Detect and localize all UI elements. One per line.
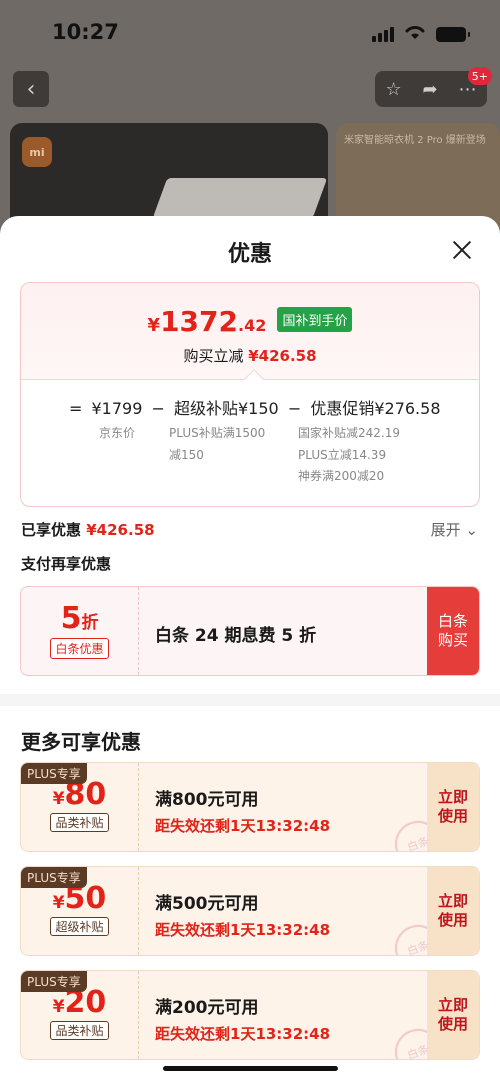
- saving-summary: 购买立减 ¥426.58: [21, 345, 479, 366]
- brand-logo: mi: [22, 137, 52, 167]
- promotion-notes: 国家补贴减242.19 PLUS立减14.39 神券满200减20: [298, 426, 400, 484]
- price-formula: = ¥1799 − 超级补贴¥150 − 优惠促销¥276.58: [69, 395, 445, 419]
- formula-equals: =: [69, 399, 83, 418]
- saving-value: ¥426.58: [248, 347, 317, 365]
- coupon-condition: 满200元可用: [155, 998, 259, 1018]
- coupon-category: 超级补贴: [50, 917, 109, 936]
- formula-minus: −: [287, 399, 302, 418]
- coupon-amount-area: PLUS专享 ¥20 品类补贴: [21, 971, 139, 1059]
- price-calculation-card: ¥1372.42 国补到手价 购买立减 ¥426.58 = ¥1799 − 超级…: [20, 282, 480, 507]
- banner-text: 米家智能晾衣机 2 Pro 爆新登场: [344, 135, 486, 146]
- favorite-star-icon[interactable]: ☆: [385, 79, 401, 100]
- plus-exclusive-tag: PLUS专享: [21, 763, 87, 784]
- coupon-countdown: 距失效还剩1天13:32:48: [155, 817, 331, 835]
- saving-label: 购买立减: [183, 347, 244, 365]
- base-price-note: 京东价: [99, 426, 136, 440]
- status-bar: 10:27: [0, 0, 500, 64]
- plus-exclusive-tag: PLUS专享: [21, 971, 87, 992]
- super-subsidy-note: PLUS补贴满1500 减150: [169, 426, 266, 462]
- enjoyed-label: 已享优惠: [21, 521, 82, 539]
- baitiao-discount: 5折 白条优惠: [21, 587, 139, 675]
- coupon-card[interactable]: PLUS专享 ¥20 品类补贴 满200元可用 距失效还剩1天13:32:48 …: [20, 970, 480, 1060]
- status-icons: [372, 24, 470, 44]
- coupon-category: 品类补贴: [50, 813, 109, 832]
- expand-button[interactable]: 展开 ⌄: [431, 519, 478, 540]
- enjoyed-value: ¥426.58: [86, 521, 155, 539]
- use-coupon-button[interactable]: 立即 使用: [427, 763, 479, 851]
- coupon-category: 品类补贴: [50, 1021, 109, 1040]
- battery-icon: [436, 26, 470, 42]
- coupon-card[interactable]: PLUS专享 ¥80 品类补贴 满800元可用 距失效还剩1天13:32:48 …: [20, 762, 480, 852]
- share-icon[interactable]: ➦: [423, 79, 438, 100]
- coupon-countdown: 距失效还剩1天13:32:48: [155, 921, 331, 939]
- baitiao-tag: 白条优惠: [50, 638, 109, 659]
- wifi-icon: [404, 24, 426, 44]
- final-price-decimal: .42: [238, 316, 267, 335]
- final-price: ¥1372.42 国补到手价: [21, 305, 479, 338]
- coupon-countdown: 距失效还剩1天13:32:48: [155, 1025, 331, 1043]
- formula-promotion: 优惠促销¥276.58: [310, 399, 441, 418]
- enjoyed-discount: 已享优惠 ¥426.58: [21, 519, 155, 540]
- coupon-condition: 满500元可用: [155, 894, 259, 914]
- payment-discount-title: 支付再享优惠: [21, 555, 112, 573]
- discount-sheet: 优惠 ¥1372.42 国补到手价 购买立减 ¥426.58 = ¥1799 −…: [0, 216, 500, 1081]
- section-divider: [0, 694, 500, 706]
- final-price-integer: 1372: [160, 305, 238, 338]
- baitiao-offer-card[interactable]: 5折 白条优惠 白条 24 期息费 5 折 白条 购买: [20, 586, 480, 676]
- coupon-amount-area: PLUS专享 ¥50 超级补贴: [21, 867, 139, 955]
- signal-icon: [372, 26, 394, 42]
- status-time: 10:27: [52, 20, 119, 44]
- coupon-amount-area: PLUS专享 ¥80 品类补贴: [21, 763, 139, 851]
- back-button[interactable]: ‹: [13, 71, 49, 107]
- sheet-title: 优惠: [227, 242, 272, 267]
- product-lamp-shape: [152, 178, 328, 218]
- baitiao-offer-text: 白条 24 期息费 5 折: [155, 626, 317, 646]
- plus-exclusive-tag: PLUS专享: [21, 867, 87, 888]
- use-coupon-button[interactable]: 立即 使用: [427, 867, 479, 955]
- baitiao-buy-button[interactable]: 白条 购买: [427, 587, 479, 675]
- message-badge: 5+: [467, 67, 492, 85]
- formula-base-price: ¥1799: [91, 399, 143, 418]
- more-offers-title: 更多可享优惠: [21, 730, 141, 754]
- formula-super-subsidy: 超级补贴¥150: [174, 399, 279, 418]
- coupon-condition: 满800元可用: [155, 790, 259, 810]
- formula-minus: −: [151, 399, 165, 418]
- subsidy-price-tag: 国补到手价: [277, 307, 353, 332]
- home-indicator[interactable]: [163, 1066, 338, 1071]
- coupon-card[interactable]: PLUS专享 ¥50 超级补贴 满500元可用 距失效还剩1天13:32:48 …: [20, 866, 480, 956]
- use-coupon-button[interactable]: 立即 使用: [427, 971, 479, 1059]
- close-icon[interactable]: [448, 236, 476, 264]
